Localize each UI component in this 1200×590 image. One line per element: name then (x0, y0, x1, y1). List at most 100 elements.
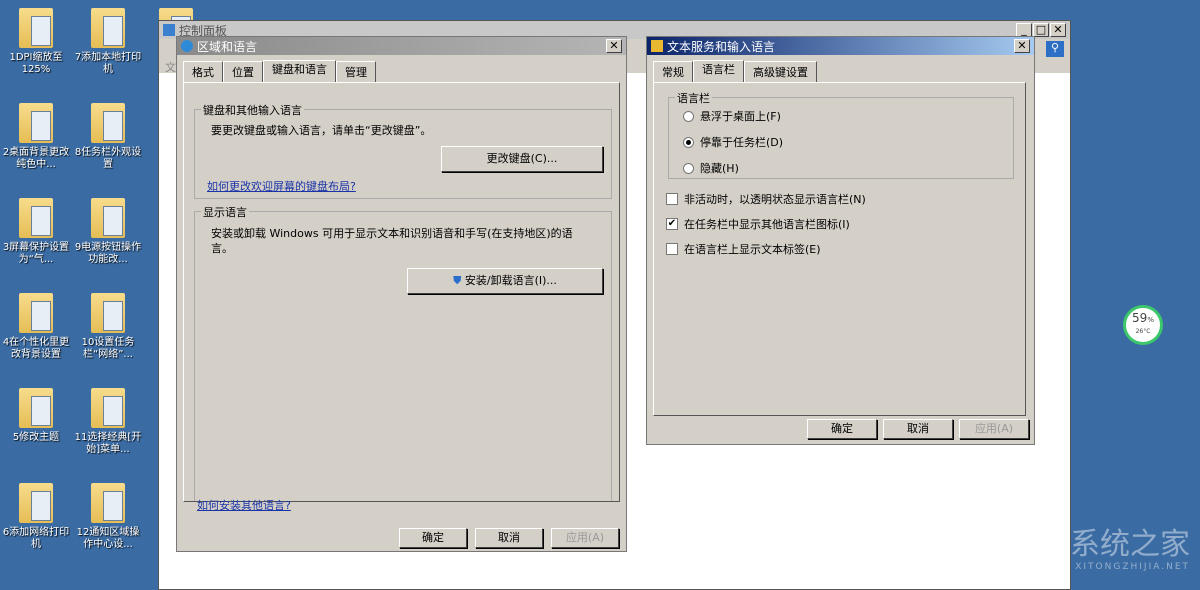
desktop-icon-label: 7添加本地打印机 (72, 52, 144, 76)
display-group-text: 安装或卸载 Windows 可用于显示文本和识别语音和手写(在支持地区)的语言。 (211, 226, 591, 256)
widget-percent: 59 (1132, 311, 1147, 325)
folder-icon (91, 293, 125, 333)
search-icon[interactable]: ⚲ (1046, 41, 1064, 57)
checkbox[interactable] (666, 243, 678, 255)
keyboard-icon (651, 40, 663, 52)
watermark-en: XITONGZHIJIA.NET (1070, 562, 1190, 572)
desktop-icon-label: 9电源按钮操作功能改... (72, 242, 144, 266)
checkbox-option[interactable]: 非活动时，以透明状态显示语言栏(N) (666, 191, 866, 207)
checkbox-label: 非活动时，以透明状态显示语言栏(N) (684, 191, 866, 207)
desktop-icon[interactable]: 10设置任务栏“网络”... (72, 289, 144, 361)
folder-icon (19, 293, 53, 333)
radio-option[interactable]: 悬浮于桌面上(F) (683, 108, 781, 124)
widget-unit: % (1147, 316, 1154, 324)
ok-button[interactable]: 确定 (399, 528, 467, 548)
battery-temp-widget[interactable]: 59% 26°C (1123, 305, 1163, 345)
region-tabs: 格式位置键盘和语言管理 (177, 55, 626, 82)
checkbox-option[interactable]: 在语言栏上显示文本标签(E) (666, 241, 821, 257)
region-tab-panel: 键盘和其他输入语言 要更改键盘或输入语言，请单击“更改键盘”。 更改键盘(C).… (183, 82, 620, 502)
region-language-dialog: 区域和语言 ✕ 格式位置键盘和语言管理 键盘和其他输入语言 要更改键盘或输入语言… (176, 36, 627, 552)
display-group-label: 显示语言 (201, 204, 249, 220)
folder-icon (19, 483, 53, 523)
radio-option[interactable]: 隐藏(H) (683, 160, 739, 176)
install-other-languages-link[interactable]: 如何安装其他语言? (197, 497, 291, 513)
radio-button[interactable] (683, 163, 694, 174)
install-language-label: 安装/卸载语言(I)... (465, 274, 557, 287)
desktop-icon-label: 5修改主题 (0, 432, 72, 444)
text-services-titlebar: 文本服务和输入语言 ✕ (647, 37, 1034, 55)
folder-icon (91, 103, 125, 143)
checkbox-option[interactable]: ✔ 在任务栏中显示其他语言栏图标(I) (666, 216, 850, 232)
tab-2[interactable]: 高级键设置 (744, 61, 817, 82)
radio-label: 隐藏(H) (700, 160, 739, 176)
checkbox-label: 在任务栏中显示其他语言栏图标(I) (684, 216, 850, 232)
desktop-icon-label: 10设置任务栏“网络”... (72, 337, 144, 361)
radio-button[interactable] (683, 111, 694, 122)
folder-icon (19, 103, 53, 143)
watermark-cn: 系统之家 (1070, 528, 1190, 562)
folder-icon (19, 8, 53, 48)
welcome-keyboard-link[interactable]: 如何更改欢迎屏幕的键盘布局? (207, 178, 356, 194)
folder-icon (91, 198, 125, 238)
desktop-icon[interactable]: 9电源按钮操作功能改... (72, 194, 144, 266)
keyboard-group-label: 键盘和其他输入语言 (201, 102, 304, 118)
apply-button[interactable]: 应用(A) (551, 528, 619, 548)
cancel-button[interactable]: 取消 (883, 419, 953, 439)
tab-0[interactable]: 常规 (653, 61, 693, 82)
radio-button[interactable] (683, 137, 694, 148)
close-button[interactable]: ✕ (1050, 23, 1066, 37)
desktop-icon-label: 2桌面背景更改纯色中... (0, 147, 72, 171)
keyboard-group-text: 要更改键盘或输入语言，请单击“更改键盘”。 (211, 122, 431, 138)
desktop-icon[interactable]: 7添加本地打印机 (72, 4, 144, 76)
desktop-icon[interactable]: 12通知区域操作中心设... (72, 479, 144, 551)
close-button[interactable]: ✕ (1014, 39, 1030, 53)
checkbox[interactable] (666, 193, 678, 205)
maximize-button[interactable]: □ (1033, 23, 1049, 37)
tab-1[interactable]: 语言栏 (693, 60, 744, 83)
desktop-icon[interactable]: 2桌面背景更改纯色中... (0, 99, 72, 171)
folder-icon (19, 198, 53, 238)
control-panel-icon (163, 24, 175, 36)
folder-icon (91, 388, 125, 428)
apply-button[interactable]: 应用(A) (959, 419, 1029, 439)
tab-2[interactable]: 键盘和语言 (263, 60, 336, 83)
shield-icon: ⛊ (453, 274, 465, 287)
desktop-icon-label: 12通知区域操作中心设... (72, 527, 144, 551)
desktop-icon-label: 1DPI缩放至125% (0, 52, 72, 76)
checkbox[interactable]: ✔ (666, 218, 678, 230)
desktop-icon[interactable]: 8任务栏外观设置 (72, 99, 144, 171)
checkbox-label: 在语言栏上显示文本标签(E) (684, 241, 821, 257)
change-keyboard-button[interactable]: 更改键盘(C)... (441, 146, 603, 172)
cancel-button[interactable]: 取消 (475, 528, 543, 548)
keyboard-group: 键盘和其他输入语言 要更改键盘或输入语言，请单击“更改键盘”。 更改键盘(C).… (194, 109, 612, 199)
desktop-icon[interactable]: 3屏幕保护设置为“气... (0, 194, 72, 266)
close-button[interactable]: ✕ (606, 39, 622, 53)
desktop-icon-label: 3屏幕保护设置为“气... (0, 242, 72, 266)
text-services-dialog: 文本服务和输入语言 ✕ 常规语言栏高级键设置 语言栏 悬浮于桌面上(F) 停靠于任… (646, 36, 1035, 445)
text-services-tabs: 常规语言栏高级键设置 (647, 55, 1034, 82)
radio-label: 停靠于任务栏(D) (700, 134, 783, 150)
desktop-icon[interactable]: 4在个性化里更改背景设置 (0, 289, 72, 361)
tab-0[interactable]: 格式 (183, 61, 223, 82)
ok-button[interactable]: 确定 (807, 419, 877, 439)
desktop-icon[interactable]: 1DPI缩放至125% (0, 4, 72, 76)
widget-temp: 26°C (1126, 328, 1160, 335)
install-language-button[interactable]: ⛊ 安装/卸载语言(I)... (407, 268, 603, 294)
globe-icon (181, 40, 193, 52)
desktop-icon[interactable]: 6添加网络打印机 (0, 479, 72, 551)
language-bar-group: 语言栏 悬浮于桌面上(F)停靠于任务栏(D)隐藏(H) (668, 97, 1014, 179)
text-services-title: 文本服务和输入语言 (667, 38, 775, 55)
radio-option[interactable]: 停靠于任务栏(D) (683, 134, 783, 150)
tab-1[interactable]: 位置 (223, 61, 263, 82)
desktop-icon-label: 4在个性化里更改背景设置 (0, 337, 72, 361)
tab-3[interactable]: 管理 (336, 61, 376, 82)
minimize-button[interactable]: _ (1016, 23, 1032, 37)
language-bar-panel: 语言栏 悬浮于桌面上(F)停靠于任务栏(D)隐藏(H) 非活动时，以透明状态显示… (653, 82, 1026, 416)
desktop-icon-label: 6添加网络打印机 (0, 527, 72, 551)
folder-icon (19, 388, 53, 428)
desktop-icon-label: 11选择经典[开始]菜单... (72, 432, 144, 456)
radio-label: 悬浮于桌面上(F) (700, 108, 781, 124)
desktop-icon[interactable]: 5修改主题 (0, 384, 72, 444)
desktop-icon[interactable]: 11选择经典[开始]菜单... (72, 384, 144, 456)
region-dialog-titlebar: 区域和语言 ✕ (177, 37, 626, 55)
